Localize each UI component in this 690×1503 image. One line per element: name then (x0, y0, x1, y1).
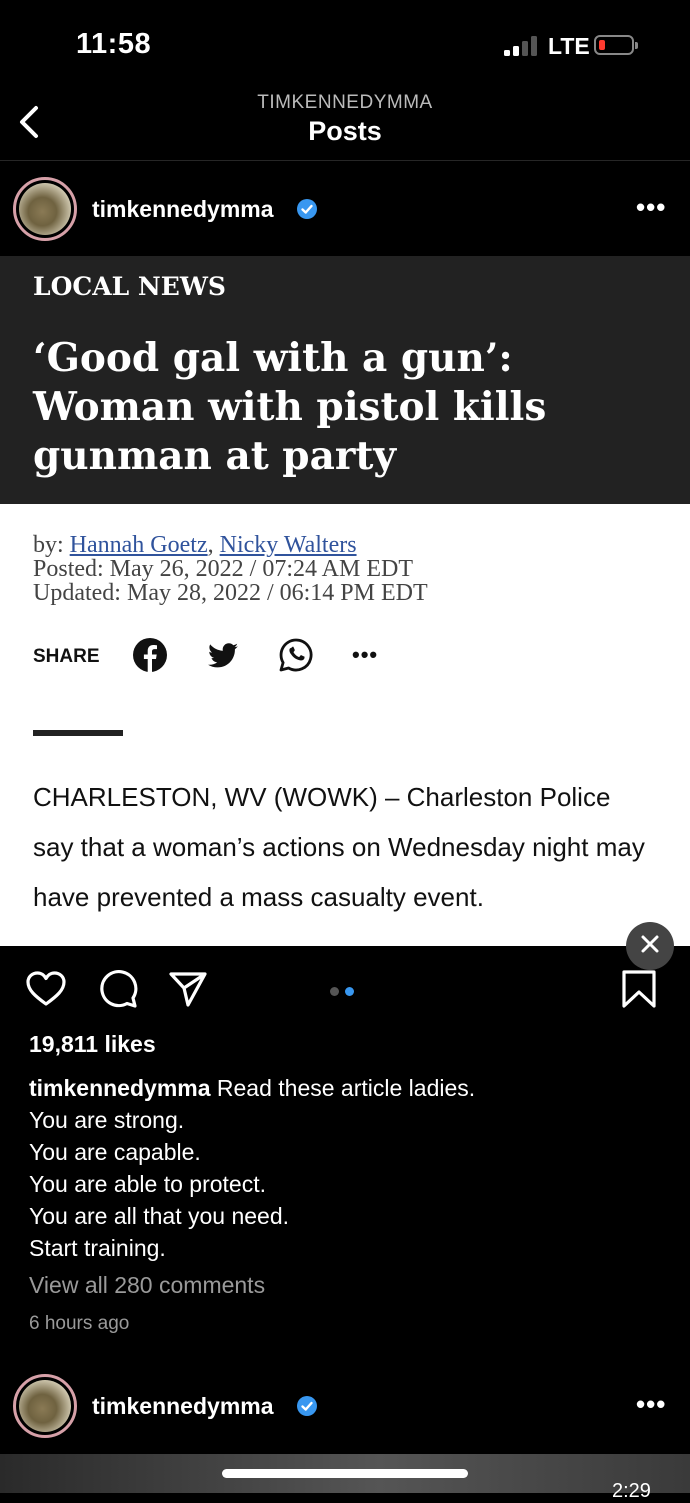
byline-separator: , (207, 532, 220, 558)
facebook-icon (133, 638, 167, 673)
avatar[interactable] (13, 1374, 77, 1438)
verified-badge-icon (297, 1396, 317, 1416)
author-link: Nicky Walters (219, 532, 357, 558)
view-comments-link[interactable]: View all 280 comments (29, 1272, 265, 1299)
header-divider (0, 160, 690, 161)
post-username[interactable]: timkennedymma (92, 1393, 274, 1420)
article-headline: ‘Good gal with a gun’: Woman with pistol… (33, 335, 547, 479)
video-duration: 2:29 (612, 1480, 651, 1502)
caption-line: You are strong. (29, 1107, 185, 1133)
close-icon[interactable] (626, 922, 674, 970)
author-link: Hannah Goetz (69, 532, 208, 558)
caption-line: Start training. (29, 1235, 166, 1261)
status-time: 11:58 (76, 28, 152, 60)
heart-icon[interactable] (25, 968, 67, 1010)
battery-icon (594, 35, 638, 55)
caption-line: You are capable. (29, 1139, 201, 1165)
post-username[interactable]: timkennedymma (92, 196, 274, 223)
close-glyph-icon (641, 935, 659, 953)
home-indicator[interactable] (222, 1469, 468, 1478)
updated-date: Updated: May 28, 2022 / 06:14 PM EDT (33, 580, 428, 606)
avatar[interactable] (13, 177, 77, 241)
signal-strength-icon (504, 36, 540, 56)
posted-date: Posted: May 26, 2022 / 07:24 AM EDT (33, 556, 414, 582)
caption-username[interactable]: timkennedymma (29, 1075, 211, 1101)
more-share-icon: ••• (352, 642, 379, 667)
whatsapp-icon (279, 638, 313, 672)
article-byline: by: Hannah Goetz, Nicky Walters Posted: … (33, 533, 428, 605)
carousel-indicator (330, 983, 360, 1001)
bookmark-icon[interactable] (618, 968, 660, 1010)
article-section-label: LOCAL NEWS (33, 272, 226, 301)
send-icon[interactable] (167, 968, 209, 1010)
profile-username-header: TIMKENNEDYMMA (257, 92, 433, 113)
network-label: LTE (548, 33, 590, 59)
likes-count[interactable]: 19,811 likes (29, 1031, 156, 1058)
twitter-icon (208, 643, 238, 668)
caption-line: You are all that you need. (29, 1203, 290, 1229)
post-timestamp: 6 hours ago (29, 1313, 130, 1334)
byline-prefix: by: (33, 532, 70, 558)
carousel-dot (330, 987, 339, 996)
share-label: SHARE (33, 646, 100, 667)
more-icon[interactable]: ••• (636, 192, 666, 223)
more-icon[interactable]: ••• (636, 1389, 666, 1420)
post-caption: timkennedymma Read these article ladies.… (29, 1072, 669, 1264)
caption-line: You are able to protect. (29, 1171, 266, 1197)
article-body-text: CHARLESTON, WV (WOWK) – Charleston Polic… (33, 782, 645, 912)
verified-badge-icon (297, 199, 317, 219)
article-rule (33, 730, 123, 736)
carousel-dot-active (345, 987, 354, 996)
caption-line: Read these article ladies. (216, 1075, 476, 1101)
comment-icon[interactable] (97, 968, 139, 1010)
page-title: Posts (308, 116, 382, 146)
